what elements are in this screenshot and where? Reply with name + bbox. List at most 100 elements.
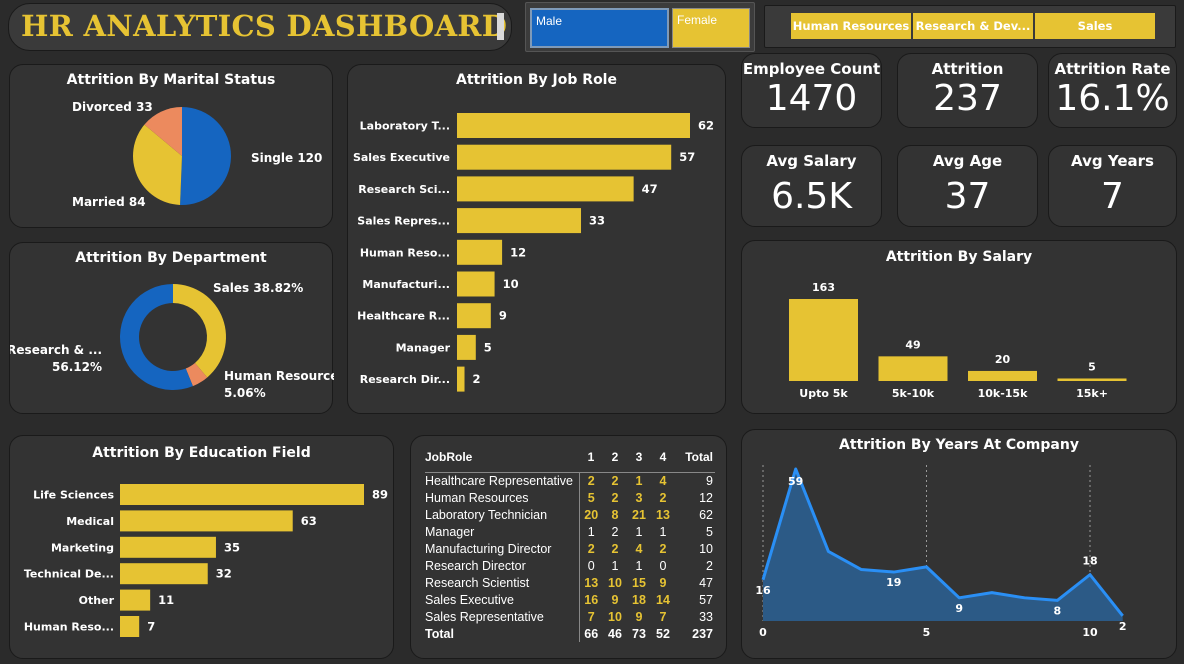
- bar[interactable]: [457, 303, 491, 329]
- data-label: 57: [679, 150, 695, 164]
- job-role-table-panel: JobRole 1 2 3 4 Total Healthcare Represe…: [410, 435, 727, 659]
- category-label: Sales Executive: [353, 151, 450, 164]
- table-row[interactable]: Healthcare Representative 2 2 1 4 9: [425, 472, 715, 489]
- kpi-label: Avg Years: [1071, 152, 1154, 170]
- data-label: 63: [301, 514, 317, 528]
- bar[interactable]: [878, 356, 948, 381]
- category-label: Marketing: [51, 541, 114, 554]
- data-label: 33: [589, 214, 605, 228]
- table-cell-role: Manufacturing Director: [425, 540, 580, 557]
- marital-status-pie-chart: Single 120 Married 84 Divorced 33: [72, 100, 322, 209]
- category-label: Upto 5k: [799, 387, 848, 400]
- table-row[interactable]: Manager 1 2 1 1 5: [425, 523, 715, 540]
- table-cell: 20: [584, 507, 599, 522]
- bar[interactable]: [457, 176, 634, 202]
- data-label: 11: [158, 593, 174, 607]
- point-label: 59: [788, 475, 803, 488]
- dept-human-resources-button[interactable]: Human Resources: [791, 13, 911, 39]
- table-header-row: JobRole 1 2 3 4 Total: [425, 450, 715, 473]
- table-cell: 1: [635, 524, 643, 539]
- bar[interactable]: [457, 271, 495, 297]
- table-row[interactable]: Laboratory Technician 20 8 21 13 62: [425, 506, 715, 523]
- table-row[interactable]: Human Resources 5 2 3 2 12: [425, 489, 715, 506]
- donut-slice[interactable]: [173, 284, 227, 378]
- data-label: 163: [812, 281, 835, 294]
- dept-sales-button[interactable]: Sales: [1035, 13, 1155, 39]
- table-cell: 2: [587, 541, 595, 556]
- job-role-bar-chart: Laboratory T... 62 Sales Executive 57 Resear…: [353, 113, 714, 392]
- column-header[interactable]: 1: [579, 450, 603, 473]
- department-slicer: Human Resources Research & Dev... Sales: [764, 5, 1176, 48]
- bar[interactable]: [120, 563, 208, 585]
- bar[interactable]: [457, 366, 465, 392]
- table-total-row[interactable]: Total 66 46 73 52 237: [425, 625, 715, 642]
- donut-data-label: 5.06%: [224, 386, 266, 400]
- pie-data-label: Single 120: [251, 151, 322, 165]
- table-cell: 8: [611, 507, 619, 522]
- column-header[interactable]: Total: [675, 450, 715, 473]
- table-cell: 46: [608, 626, 622, 641]
- column-header[interactable]: 3: [627, 450, 651, 473]
- bar[interactable]: [1057, 378, 1127, 381]
- table-row[interactable]: Research Scientist 13 10 15 9 47: [425, 574, 715, 591]
- table-cell-role: Research Scientist: [425, 574, 580, 591]
- bar[interactable]: [457, 239, 503, 265]
- data-label: 62: [698, 119, 714, 133]
- data-label: 5: [1088, 360, 1096, 373]
- table-cell-role: Manager: [425, 523, 580, 540]
- gender-male-button[interactable]: Male: [530, 8, 669, 48]
- table-cell: 15: [632, 575, 646, 590]
- table-cell: 1: [659, 524, 667, 539]
- dept-research-button[interactable]: Research & Dev...: [913, 13, 1033, 39]
- salary-panel: Attrition By Salary 163 Upto 5k 49 5k-10k 20…: [741, 240, 1177, 414]
- column-header[interactable]: JobRole: [425, 450, 579, 473]
- table-cell: 1: [587, 524, 595, 539]
- table-cell: 2: [611, 541, 619, 556]
- table-cell: 2: [659, 541, 667, 556]
- table-cell: 13: [584, 575, 599, 590]
- bar[interactable]: [120, 616, 140, 637]
- column-header[interactable]: 2: [603, 450, 627, 473]
- table-row[interactable]: Sales Executive 16 9 18 14 57: [425, 591, 715, 608]
- point-label: 16: [755, 584, 771, 597]
- bar[interactable]: [457, 334, 476, 360]
- kpi-label: Employee Count: [742, 60, 881, 78]
- bar[interactable]: [120, 510, 293, 532]
- title-scrollbar[interactable]: [497, 13, 504, 40]
- gender-female-button[interactable]: Female: [672, 8, 750, 48]
- point-label: 2: [1119, 620, 1127, 633]
- table-cell: 3: [635, 490, 643, 505]
- bar[interactable]: [457, 208, 582, 234]
- kpi-label: Avg Age: [932, 152, 1003, 170]
- column-header[interactable]: 4: [651, 450, 675, 473]
- bar[interactable]: [968, 370, 1037, 381]
- bar[interactable]: [120, 484, 364, 505]
- table-cell: 2: [611, 473, 619, 488]
- bar[interactable]: [457, 113, 690, 138]
- table-cell: 9: [659, 575, 667, 590]
- bar[interactable]: [457, 144, 672, 170]
- pie-slice-single[interactable]: [180, 107, 232, 206]
- donut-data-label: 56.12%: [52, 360, 102, 374]
- table-row[interactable]: Sales Representative 7 10 9 7 33: [425, 608, 715, 625]
- table-row[interactable]: Research Director 0 1 1 0 2: [425, 557, 715, 574]
- table-cell: 2: [587, 473, 595, 488]
- department-panel: Attrition By Department Sales 38.82% Huma…: [9, 242, 334, 414]
- table-cell: 0: [659, 558, 667, 573]
- x-tick-label: 10: [1082, 626, 1098, 639]
- table-cell: 7: [659, 609, 667, 624]
- category-label: Research Dir...: [360, 373, 450, 386]
- category-label: 15k+: [1076, 387, 1108, 400]
- kpi-avg-salary: Avg Salary 6.5K: [741, 145, 882, 227]
- table-row[interactable]: Manufacturing Director 2 2 4 2 10: [425, 540, 715, 557]
- table-cell: 21: [632, 507, 646, 522]
- table-cell: 2: [706, 558, 713, 573]
- kpi-label: Attrition: [931, 60, 1004, 78]
- table-cell: 18: [632, 592, 646, 607]
- data-label: 49: [905, 338, 920, 351]
- category-label: Other: [79, 594, 115, 607]
- bar[interactable]: [789, 299, 858, 381]
- data-label: 10: [503, 277, 519, 291]
- bar[interactable]: [120, 536, 216, 558]
- bar[interactable]: [120, 589, 151, 611]
